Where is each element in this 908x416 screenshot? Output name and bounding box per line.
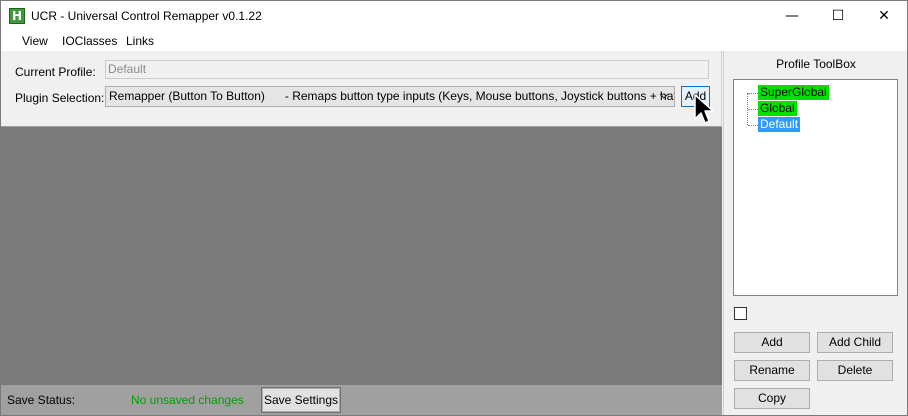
current-profile-label: Current Profile:: [15, 65, 96, 79]
maximize-button[interactable]: ☐: [815, 1, 861, 31]
profile-tree[interactable]: SuperGlobal Global Default: [733, 79, 898, 296]
plugin-workspace: [1, 127, 722, 385]
tree-connector: [748, 125, 758, 126]
toolbox-checkbox[interactable]: [734, 307, 747, 320]
tree-node-default[interactable]: Default: [758, 117, 801, 132]
title-bar[interactable]: H UCR - Universal Control Remapper v0.1.…: [1, 1, 907, 31]
minimize-button[interactable]: —: [769, 1, 815, 31]
copy-button[interactable]: Copy: [734, 388, 810, 409]
save-status-value: No unsaved changes: [131, 393, 244, 407]
window-title: UCR - Universal Control Remapper v0.1.22: [31, 9, 262, 23]
menu-ioclasses[interactable]: IOClasses: [62, 34, 117, 48]
current-profile-field: Default: [105, 60, 709, 79]
profile-toolbox-title: Profile ToolBox: [776, 57, 856, 71]
delete-button[interactable]: Delete: [817, 360, 893, 381]
save-settings-button[interactable]: Save Settings: [261, 387, 341, 413]
status-bar: Save Status: No unsaved changes Save Set…: [1, 385, 722, 415]
chevron-down-icon[interactable]: [657, 87, 671, 106]
close-button[interactable]: ✕: [861, 1, 907, 31]
profile-toolbox: Profile ToolBox SuperGlobal Global Defau…: [723, 51, 907, 415]
add-profile-button[interactable]: Add: [734, 332, 810, 353]
menu-bar: View IOClasses Links: [1, 31, 907, 51]
tree-connector: [748, 109, 758, 110]
plugin-select[interactable]: Remapper (Button To Button) - Remaps but…: [105, 86, 675, 107]
app-window: H UCR - Universal Control Remapper v0.1.…: [0, 0, 908, 416]
tree-node-superglobal[interactable]: SuperGlobal: [758, 85, 829, 100]
plugin-select-value: Remapper (Button To Button) - Remaps but…: [109, 89, 675, 103]
tree-node-global[interactable]: Global: [758, 101, 797, 116]
rename-button[interactable]: Rename: [734, 360, 810, 381]
plugin-selection-label: Plugin Selection:: [15, 91, 105, 105]
menu-links[interactable]: Links: [126, 34, 154, 48]
save-status-label: Save Status:: [7, 393, 76, 407]
profile-panel: Current Profile: Default Plugin Selectio…: [1, 51, 722, 127]
tree-connector: [748, 93, 758, 94]
mouse-cursor-icon: [693, 93, 715, 130]
app-icon: H: [9, 8, 25, 24]
menu-view[interactable]: View: [22, 34, 48, 48]
add-child-button[interactable]: Add Child: [817, 332, 893, 353]
